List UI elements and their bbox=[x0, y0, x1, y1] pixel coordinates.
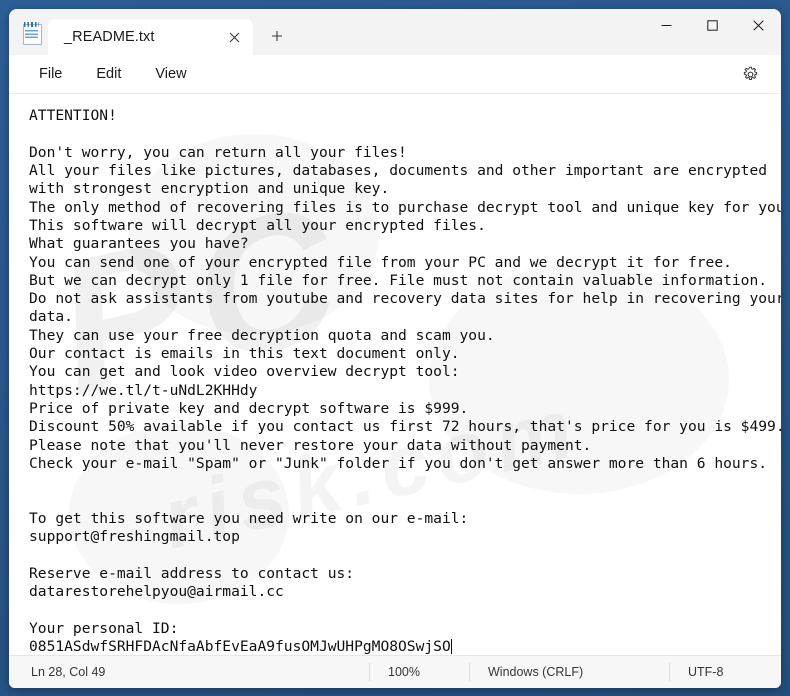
menu-file[interactable]: File bbox=[27, 61, 74, 87]
status-encoding[interactable]: UTF-8 bbox=[669, 663, 741, 681]
status-line-ending[interactable]: Windows (CRLF) bbox=[469, 663, 669, 681]
menu-edit[interactable]: Edit bbox=[84, 61, 133, 87]
title-bar: _README.txt bbox=[9, 9, 781, 55]
window-controls bbox=[643, 9, 781, 55]
notepad-icon bbox=[22, 22, 42, 45]
menu-view[interactable]: View bbox=[143, 61, 198, 87]
minimize-button[interactable] bbox=[643, 9, 689, 41]
desktop-background: _README.txt File Edit View PC ATTENTION!… bbox=[0, 0, 790, 696]
tab-strip: _README.txt bbox=[48, 9, 643, 55]
close-tab-icon[interactable] bbox=[221, 24, 247, 50]
new-tab-icon[interactable] bbox=[261, 20, 293, 52]
close-window-button[interactable] bbox=[735, 9, 781, 41]
status-bar: Ln 28, Col 49 100% Windows (CRLF) UTF-8 bbox=[9, 655, 781, 688]
gear-icon[interactable] bbox=[733, 59, 767, 89]
tab-title: _README.txt bbox=[64, 29, 155, 45]
tab-readme[interactable]: _README.txt bbox=[48, 19, 253, 55]
document-body: ATTENTION! Don't worry, you can return a… bbox=[29, 107, 781, 655]
status-line-column[interactable]: Ln 28, Col 49 bbox=[9, 663, 369, 681]
menu-bar: File Edit View bbox=[9, 55, 781, 94]
notepad-window: _README.txt File Edit View PC ATTENTION!… bbox=[9, 9, 781, 688]
text-editor-area[interactable]: PC risk.com ATTENTION! Don't worry, you … bbox=[9, 94, 781, 655]
document-text[interactable]: ATTENTION! Don't worry, you can return a… bbox=[9, 94, 781, 655]
status-zoom-level[interactable]: 100% bbox=[369, 663, 469, 681]
text-caret bbox=[450, 639, 452, 655]
maximize-button[interactable] bbox=[689, 9, 735, 41]
